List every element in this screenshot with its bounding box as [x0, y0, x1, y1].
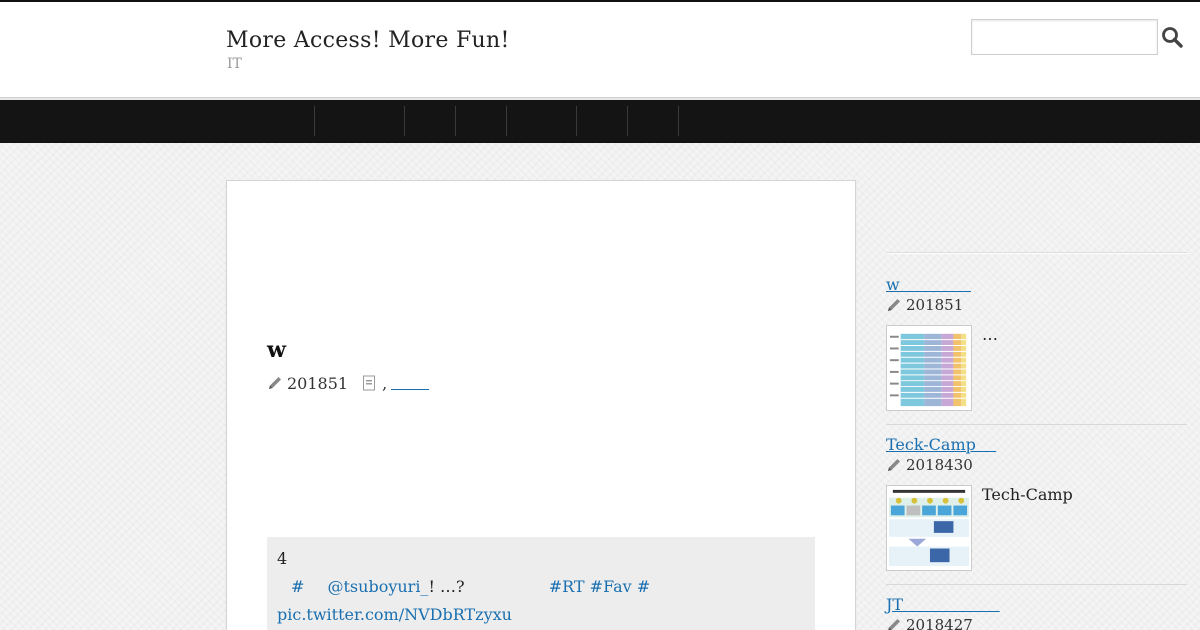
mention-link[interactable]: @tsuboyuri_ — [328, 577, 429, 596]
post-title: w — [267, 337, 286, 363]
sidebar-divider — [886, 584, 1187, 585]
sidebar-entry-excerpt: … — [982, 325, 998, 344]
hashtag-link[interactable]: # — [637, 577, 650, 596]
sidebar-entry-meta: 2018427 — [886, 616, 1186, 630]
search-input[interactable] — [971, 19, 1158, 55]
hashtag-link[interactable]: # — [291, 577, 304, 596]
sidebar-divider — [886, 424, 1187, 425]
chart-thumbnail-image — [887, 326, 971, 410]
sidebar-thumbnail[interactable] — [886, 325, 972, 411]
site-header: More Access! More Fun! IT — [0, 0, 1200, 100]
category-separator: , — [382, 373, 388, 393]
tweet-text: # @tsuboyuri_! …? #RT #Fav # — [277, 577, 807, 596]
article-card: w 201851 , 4 # @tsuboyuri_! …? #RT #Fav … — [226, 180, 856, 630]
site-title[interactable]: More Access! More Fun! — [226, 28, 510, 53]
sidebar-entry-date: 2018430 — [906, 456, 973, 474]
infographic-thumbnail-image — [887, 486, 971, 570]
pencil-icon — [888, 459, 900, 471]
sidebar-entry-title[interactable]: w — [886, 275, 1186, 294]
embedded-tweet: 4 # @tsuboyuri_! …? #RT #Fav # pic.twitt… — [267, 537, 815, 630]
category-link[interactable] — [391, 376, 430, 390]
sidebar-entry: Teck-Camp 2018430 Tech-Camp — [886, 435, 1186, 571]
sidebar-entry-date: 201851 — [906, 296, 964, 314]
sidebar-entry: JT 2018427 — [886, 595, 1186, 630]
sidebar-entry-meta: 2018430 — [886, 456, 1186, 474]
hashtag-fav-link[interactable]: #Fav — [590, 577, 632, 596]
pencil-icon — [888, 619, 900, 630]
sidebar-top-rule — [886, 252, 1187, 254]
post-date: 201851 — [287, 373, 349, 393]
sidebar-entry-excerpt: Tech-Camp — [982, 485, 1073, 504]
sidebar-thumbnail[interactable] — [886, 485, 972, 571]
sidebar-entry-date: 2018427 — [906, 616, 973, 630]
tweet-number: 4 — [277, 549, 288, 568]
site-description: IT — [227, 56, 242, 72]
document-icon — [363, 375, 376, 391]
hashtag-rt-link[interactable]: #RT — [549, 577, 585, 596]
sidebar-entry-title[interactable]: Teck-Camp — [886, 435, 1186, 454]
nav-separator — [404, 106, 405, 136]
nav-separator — [506, 106, 507, 136]
pic-link[interactable]: pic.twitter.com/NVDbRTzyxu — [277, 605, 512, 624]
nav-separator — [576, 106, 577, 136]
pencil-icon — [888, 299, 900, 311]
nav-separator — [455, 106, 456, 136]
sidebar-entry-meta: 201851 — [886, 296, 1186, 314]
sidebar-entry-title[interactable]: JT — [886, 595, 1186, 614]
sidebar-entry: w 201851 … — [886, 275, 1186, 411]
nav-separator — [314, 106, 315, 136]
nav-separator — [627, 106, 628, 136]
tweet-text-fragment: ! …? — [428, 577, 465, 596]
main-nav — [0, 100, 1200, 143]
pencil-icon — [269, 377, 281, 389]
tweet-pic-line: pic.twitter.com/NVDbRTzyxu — [277, 605, 512, 624]
nav-separator — [678, 106, 679, 136]
search-icon[interactable] — [1161, 26, 1183, 48]
post-meta: 201851 , — [267, 372, 430, 394]
